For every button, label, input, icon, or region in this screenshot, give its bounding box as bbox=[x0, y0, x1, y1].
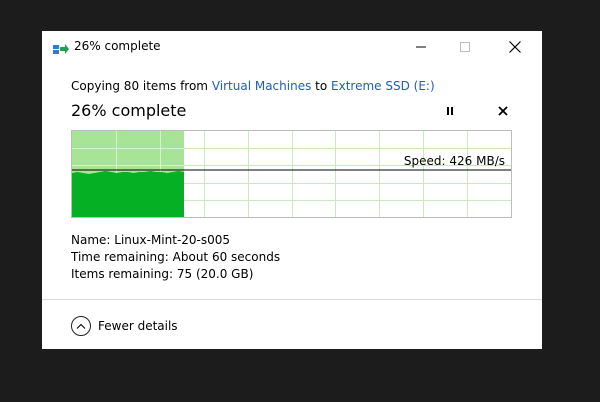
items-remaining-row: Items remaining: 75 (20.0 GB) bbox=[71, 266, 280, 283]
close-button[interactable] bbox=[492, 31, 538, 63]
minimize-button[interactable] bbox=[398, 31, 444, 63]
name-label: Name: bbox=[71, 233, 111, 247]
window-title: 26% complete bbox=[74, 39, 161, 53]
pause-icon bbox=[447, 107, 453, 115]
copy-arrows-icon bbox=[53, 41, 69, 54]
name-value: Linux-Mint-20-s005 bbox=[114, 233, 231, 247]
time-remaining-row: Time remaining: About 60 seconds bbox=[71, 249, 280, 266]
items-remaining-value: 75 (20.0 GB) bbox=[176, 267, 254, 281]
items-remaining-label: Items remaining: bbox=[71, 267, 174, 281]
fewer-details-button[interactable]: Fewer details bbox=[71, 315, 178, 337]
copy-progress-dialog: 26% complete Copying 80 items from Virtu… bbox=[42, 31, 542, 349]
progress-heading: 26% complete bbox=[71, 101, 187, 120]
name-row: Name: Linux-Mint-20-s005 bbox=[71, 232, 280, 249]
close-icon bbox=[509, 41, 521, 53]
speed-graph-canvas bbox=[72, 131, 511, 217]
copy-prefix-text: Copying 80 items from bbox=[71, 79, 212, 93]
time-remaining-label: Time remaining: bbox=[71, 250, 169, 264]
fewer-details-label: Fewer details bbox=[98, 319, 178, 333]
cancel-copy-button[interactable] bbox=[493, 101, 513, 121]
details-panel: Name: Linux-Mint-20-s005 Time remaining:… bbox=[71, 232, 280, 283]
speed-label: Speed: 426 MB/s bbox=[403, 154, 505, 168]
transfer-speed-graph: Speed: 426 MB/s bbox=[71, 130, 512, 218]
cancel-icon bbox=[498, 106, 508, 116]
pause-button[interactable] bbox=[440, 101, 460, 121]
title-bar: 26% complete bbox=[42, 31, 542, 63]
maximize-icon bbox=[460, 42, 470, 52]
footer-divider bbox=[42, 299, 542, 300]
maximize-button[interactable] bbox=[442, 31, 488, 63]
time-remaining-value: About 60 seconds bbox=[172, 250, 281, 264]
source-folder-link[interactable]: Virtual Machines bbox=[212, 79, 312, 93]
copy-middle-text: to bbox=[311, 79, 332, 93]
minimize-icon bbox=[416, 46, 426, 48]
chevron-up-icon bbox=[71, 316, 91, 336]
copy-description: Copying 80 items from Virtual Machines t… bbox=[71, 79, 435, 93]
destination-drive-link[interactable]: Extreme SSD (E:) bbox=[331, 79, 435, 93]
speed-area-fill bbox=[72, 171, 184, 217]
